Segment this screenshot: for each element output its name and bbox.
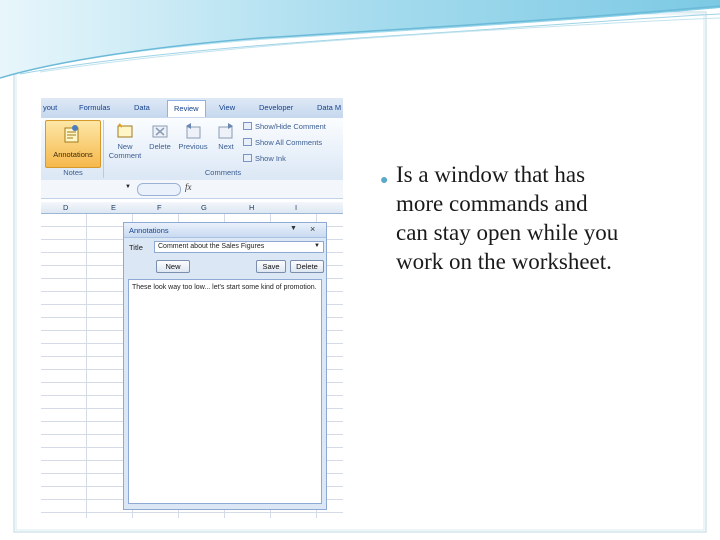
new-comment-label-2: Comment (108, 151, 142, 160)
column-headers: D E F G H I (41, 202, 343, 214)
previous-icon (186, 123, 201, 139)
close-icon[interactable]: × (310, 224, 315, 234)
column-header-f[interactable]: F (157, 203, 162, 212)
ribbon: Annotations Notes New Comment Delete Pre (41, 118, 343, 181)
bullet-line-4: work on the worksheet. (396, 249, 612, 274)
save-button[interactable]: Save (256, 260, 286, 273)
tab-review[interactable]: Review (167, 100, 206, 117)
column-header-h[interactable]: H (249, 203, 254, 212)
next-icon (218, 123, 233, 139)
formula-controls[interactable] (137, 183, 181, 196)
annotations-icon (64, 125, 79, 143)
formula-bar: ▼ fx (41, 180, 343, 199)
delete-label: Delete (149, 142, 171, 151)
pane-title-bar: Annotations ▼ × (124, 223, 326, 238)
show-hide-comment-icon (243, 122, 252, 130)
new-comment-button[interactable]: New Comment (107, 122, 143, 160)
new-button[interactable]: New (156, 260, 190, 273)
title-label: Title (129, 243, 143, 252)
bullet-icon: ● (380, 173, 389, 188)
delete-comment-button[interactable]: Delete (145, 122, 175, 151)
delete-button[interactable]: Delete (290, 260, 324, 273)
column-header-d[interactable]: D (63, 203, 68, 212)
annotation-text: These look way too low... let's start so… (132, 284, 317, 291)
comments-group-label: Comments (204, 168, 242, 177)
tab-layout[interactable]: yout (43, 103, 57, 112)
chevron-down-icon: ▼ (314, 243, 320, 249)
new-comment-icon (117, 123, 133, 138)
show-all-comments-label: Show All Comments (255, 138, 323, 147)
annotations-button[interactable]: Annotations (45, 120, 101, 168)
tab-data[interactable]: Data (134, 103, 150, 112)
column-header-g[interactable]: G (201, 203, 207, 212)
bullet-line-1: Is a window that has (396, 162, 586, 187)
next-label: Next (218, 142, 234, 151)
show-all-comments-button[interactable]: Show All Comments (243, 138, 322, 147)
name-box-dropdown-icon[interactable]: ▼ (125, 184, 131, 190)
title-select-value: Comment about the Sales Figures (158, 243, 265, 250)
column-header-i[interactable]: I (295, 203, 297, 212)
next-comment-button[interactable]: Next (213, 122, 239, 151)
tab-developer[interactable]: Developer (259, 103, 293, 112)
slide-bullet: ● Is a window that has more commands and… (380, 160, 700, 276)
tab-data-m[interactable]: Data M (317, 103, 341, 112)
annotations-pane: Annotations ▼ × Title Comment about the … (123, 222, 327, 510)
annotation-text-area[interactable]: These look way too low... let's start so… (128, 279, 322, 504)
show-ink-icon (243, 154, 252, 162)
notes-group-label: Notes (63, 168, 83, 177)
column-header-e[interactable]: E (111, 203, 116, 212)
tab-view[interactable]: View (219, 103, 235, 112)
group-divider (103, 120, 104, 178)
bullet-line-2: more commands and (396, 191, 588, 216)
pane-menu-icon[interactable]: ▼ (290, 225, 297, 232)
pane-title: Annotations (129, 226, 169, 235)
delete-comment-icon (152, 125, 168, 138)
previous-label: Previous (178, 142, 208, 151)
ribbon-tabs: yout Formulas Data Review View Developer… (41, 98, 343, 119)
show-hide-comment-label: Show/Hide Comment (255, 122, 326, 131)
bullet-line-3: can stay open while you (396, 220, 619, 245)
excel-screenshot: yout Formulas Data Review View Developer… (41, 98, 343, 518)
show-ink-label: Show Ink (255, 154, 286, 163)
previous-comment-button[interactable]: Previous (176, 122, 210, 151)
show-hide-comment-button[interactable]: Show/Hide Comment (243, 122, 326, 131)
header-swoosh (0, 0, 720, 79)
fx-icon[interactable]: fx (185, 182, 192, 192)
show-all-comments-icon (243, 138, 252, 146)
annotations-label: Annotations (53, 150, 93, 159)
tab-formulas[interactable]: Formulas (79, 103, 110, 112)
show-ink-button[interactable]: Show Ink (243, 154, 286, 163)
new-comment-label-1: New (117, 142, 133, 151)
title-select[interactable]: Comment about the Sales Figures ▼ (154, 241, 324, 253)
